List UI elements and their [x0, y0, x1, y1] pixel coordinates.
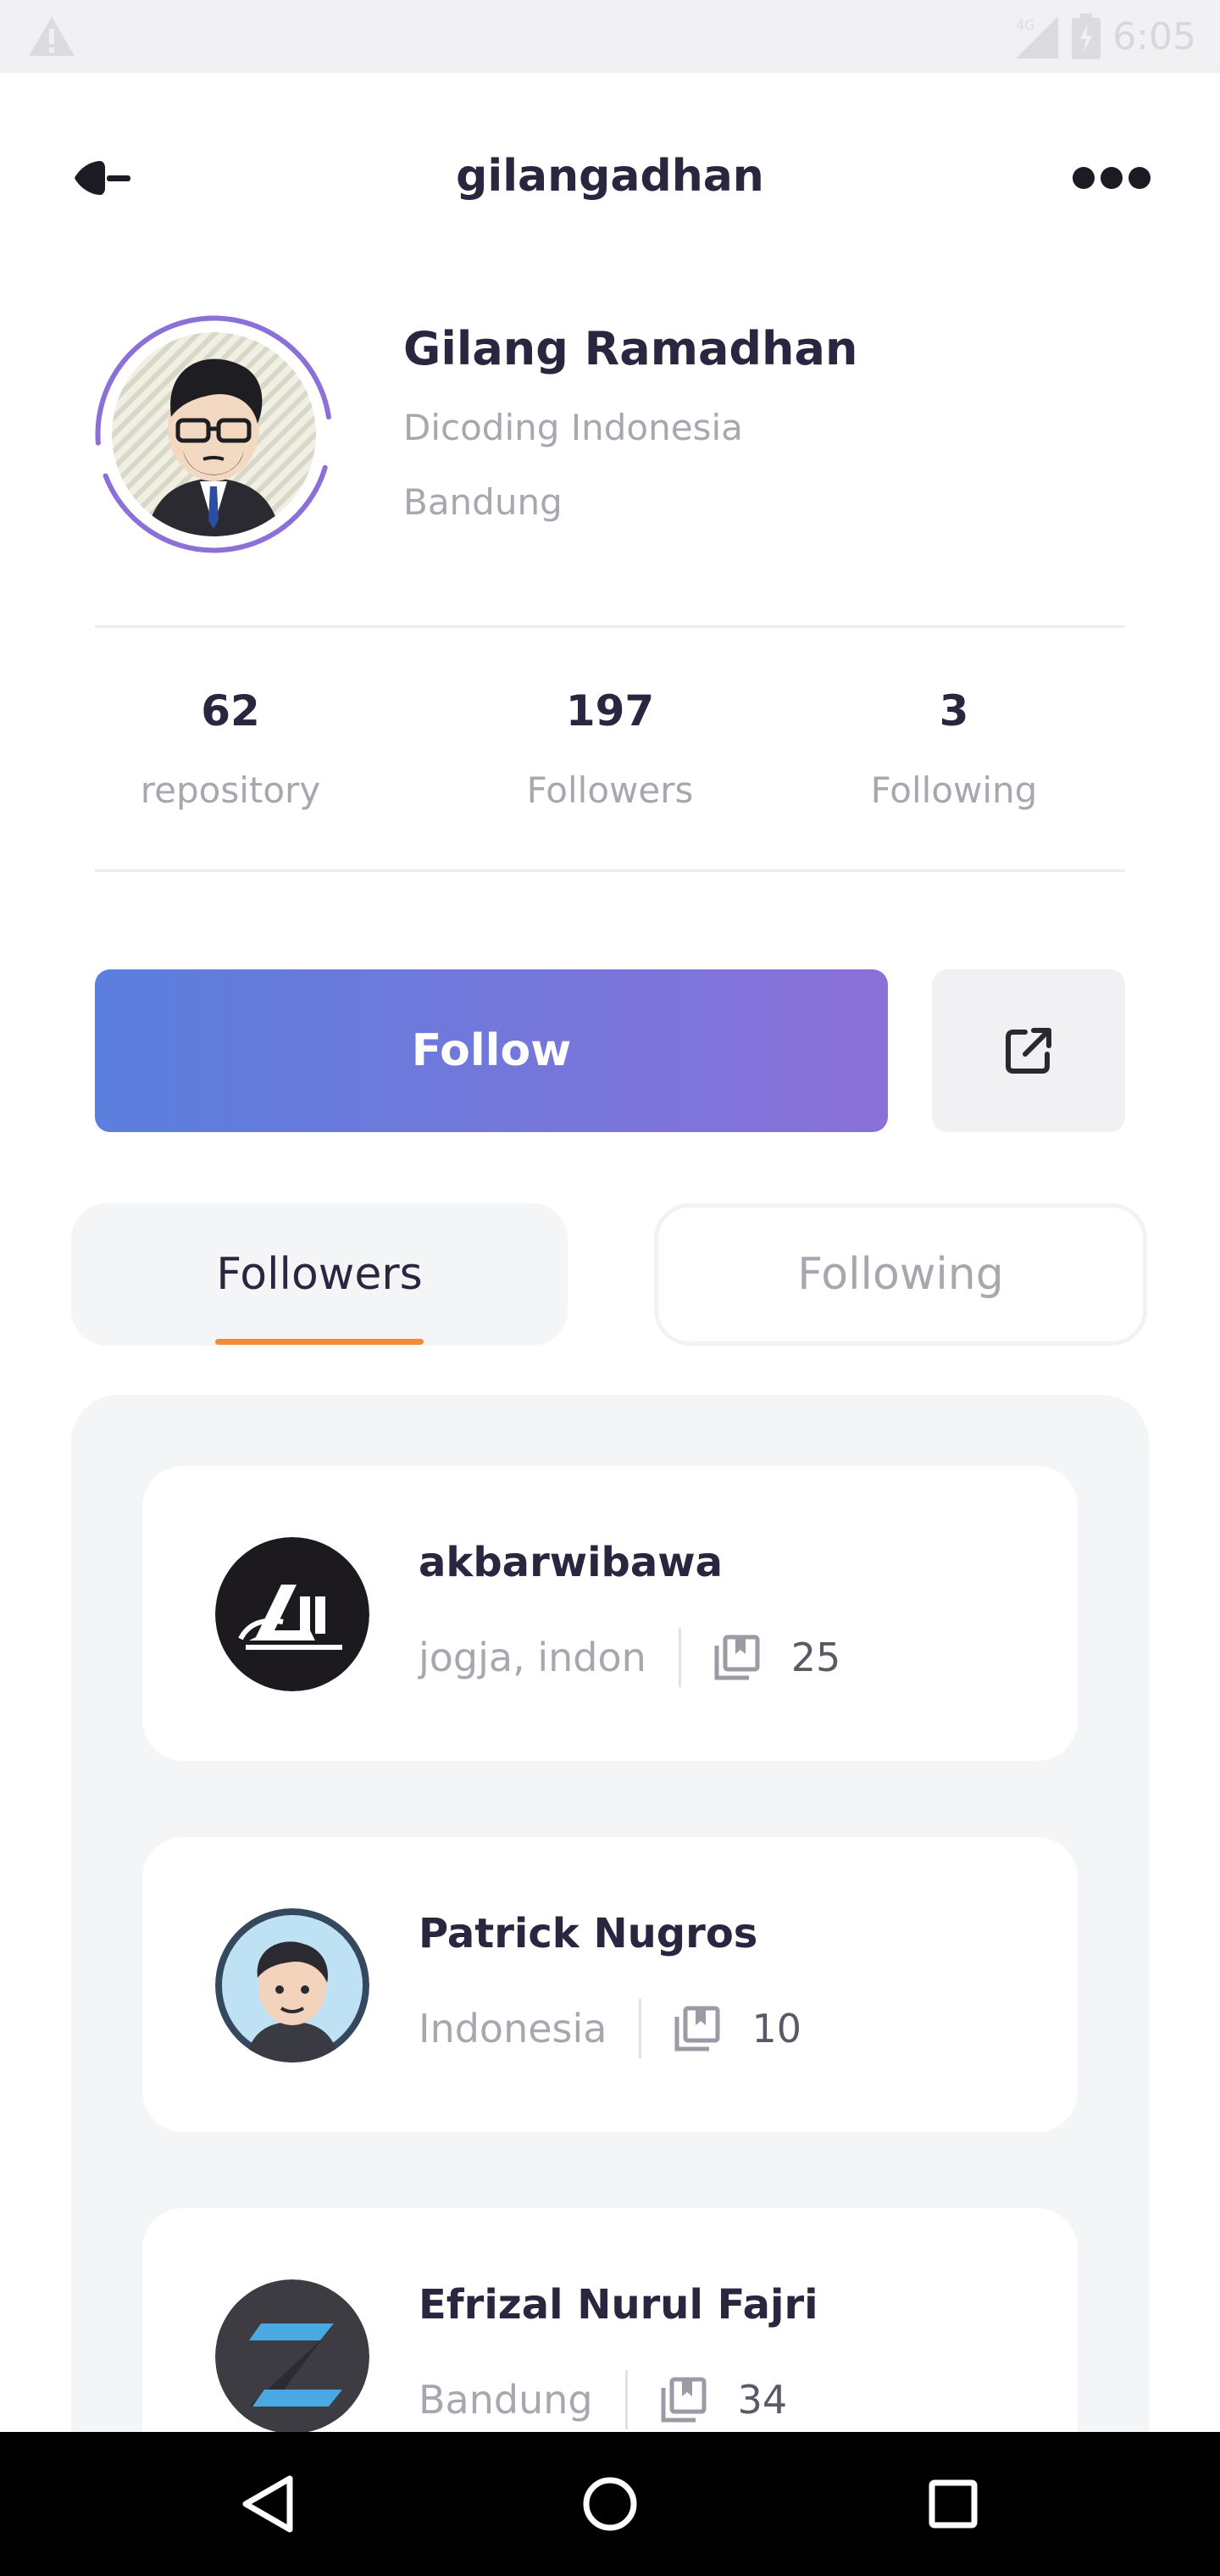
repository-icon	[674, 2006, 720, 2051]
stat-value: 3	[939, 686, 969, 736]
follower-repo-count: 34	[737, 2377, 788, 2423]
status-right: 4G 6:05	[1012, 10, 1196, 63]
avatar-image	[215, 1537, 369, 1691]
app-header: gilangadhan	[0, 127, 1220, 229]
repository-icon	[714, 1635, 760, 1680]
follower-location: Indonesia	[419, 2006, 607, 2051]
stat-followers[interactable]: 197 Followers	[474, 669, 746, 811]
followers-list: akbarwibawa jogja, indon 25 Patrick Nugr…	[71, 1395, 1149, 2576]
tab-followers[interactable]: Followers	[71, 1203, 568, 1346]
follower-repo-count: 10	[751, 2006, 801, 2051]
open-external-button[interactable]	[932, 969, 1125, 1132]
list-item[interactable]: akbarwibawa jogja, indon 25	[142, 1466, 1078, 1761]
follower-name: akbarwibawa	[419, 1539, 724, 1586]
follower-name: Efrizal Nurul Fajri	[419, 2281, 818, 2329]
more-dot	[1101, 167, 1123, 189]
status-time: 6:05	[1112, 14, 1196, 58]
nav-recents-button[interactable]	[915, 2466, 991, 2542]
warning-icon	[29, 17, 75, 56]
signal-icon: 4G	[1016, 16, 1059, 58]
nav-home-button[interactable]	[572, 2466, 648, 2542]
follow-label: Follow	[411, 1025, 572, 1076]
list-item[interactable]: Patrick Nugros Indonesia 10	[142, 1837, 1078, 2132]
avatar	[215, 1908, 369, 2062]
divider-top	[95, 625, 1125, 628]
separator	[624, 2370, 628, 2429]
external-link-icon	[1006, 1028, 1051, 1074]
profile-location: Bandung	[403, 481, 563, 523]
follower-meta: Bandung 34	[419, 2369, 787, 2430]
avatar-image	[215, 2279, 369, 2434]
nav-back-button[interactable]	[229, 2466, 305, 2542]
stat-value: 62	[201, 686, 260, 736]
avatar	[215, 1537, 369, 1691]
stat-label: Following	[870, 769, 1038, 811]
battery-icon	[1072, 14, 1101, 59]
follow-button[interactable]: Follow	[95, 969, 888, 1132]
tab-following[interactable]: Following	[654, 1203, 1147, 1346]
more-dot	[1073, 167, 1095, 189]
stat-label: Followers	[526, 769, 694, 811]
stat-following[interactable]: 3 Following	[818, 669, 1090, 811]
page-title: gilangadhan	[456, 151, 764, 202]
profile-company: Dicoding Indonesia	[403, 407, 743, 448]
follower-repo-count: 25	[790, 1635, 841, 1680]
system-nav-bar	[0, 2432, 1220, 2576]
follower-meta: Indonesia 10	[419, 1998, 801, 2059]
repository-icon	[661, 2377, 707, 2423]
follower-location: jogja, indon	[419, 1635, 646, 1680]
follower-location: Bandung	[419, 2377, 593, 2423]
divider-bottom	[95, 869, 1125, 872]
avatar	[215, 2279, 369, 2434]
nav-recents-icon	[929, 2479, 978, 2529]
profile-section: Gilang Ramadhan Dicoding Indonesia Bandu…	[93, 314, 1135, 559]
profile-avatar[interactable]	[112, 332, 316, 536]
follower-meta: jogja, indon 25	[419, 1627, 840, 1688]
avatar-image	[215, 1908, 369, 2062]
network-label: 4G	[1016, 17, 1035, 33]
active-tab-indicator	[215, 1339, 424, 1345]
profile-avatar-image	[112, 332, 316, 536]
more-options-button[interactable]	[1073, 164, 1151, 192]
stat-value: 197	[565, 686, 655, 736]
stats-row: 62 repository 197 Followers 3 Following	[95, 669, 1125, 830]
stat-repository[interactable]: 62 repository	[95, 669, 366, 811]
status-bar: 4G 6:05	[0, 0, 1220, 73]
separator	[678, 1628, 681, 1687]
separator	[639, 1999, 642, 2058]
profile-name: Gilang Ramadhan	[403, 322, 858, 375]
follower-name: Patrick Nugros	[419, 1910, 758, 1957]
stat-label: repository	[140, 769, 321, 811]
nav-home-icon	[583, 2477, 637, 2531]
more-dot	[1128, 167, 1151, 189]
nav-back-icon	[242, 2475, 293, 2533]
